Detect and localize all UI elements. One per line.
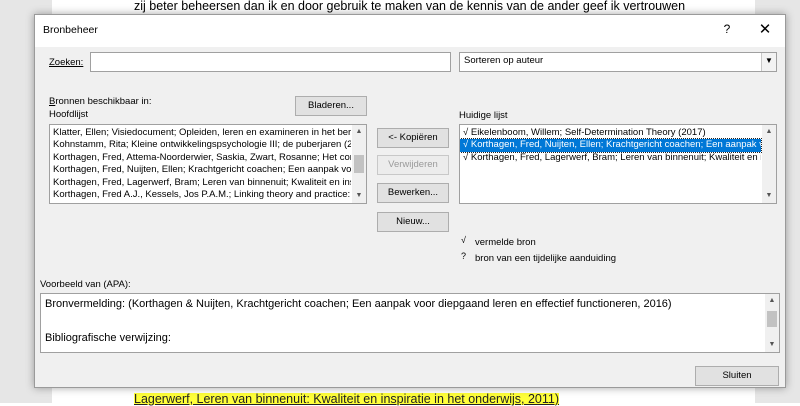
scroll-up-icon[interactable]: ▲ <box>765 294 779 308</box>
current-source-list[interactable]: √ Eikelenboom, Willem; Self-Determinatio… <box>459 124 777 204</box>
current-list-scrollbar[interactable]: ▲ ▼ <box>762 125 776 203</box>
scroll-thumb[interactable] <box>767 311 777 327</box>
sort-value: Sorteren op auteur <box>464 55 544 66</box>
list-item[interactable]: Korthagen, Fred, Lagerwerf, Bram; Leren … <box>50 177 351 189</box>
edit-button[interactable]: Bewerken... <box>377 183 449 203</box>
scroll-down-icon[interactable]: ▼ <box>762 189 776 203</box>
document-text-top: zij beter beheersen dan ik en door gebru… <box>134 0 686 13</box>
scroll-up-icon[interactable]: ▲ <box>352 125 366 139</box>
copy-button[interactable]: <- Kopiëren <box>377 128 449 148</box>
scroll-thumb[interactable] <box>354 155 364 173</box>
list-item[interactable]: √ Korthagen, Fred, Lagerwerf, Bram; Lere… <box>460 152 761 164</box>
document-text-bottom: Lagerwerf, Leren van binnenuit: Kwalitei… <box>134 392 560 406</box>
sort-dropdown[interactable]: Sorteren op auteur ▼ <box>459 52 777 72</box>
preview-box[interactable]: Bronvermelding: (Korthagen & Nuijten, Kr… <box>40 293 780 353</box>
current-list-label: Huidige lijst <box>459 110 508 121</box>
close-button[interactable]: Sluiten <box>695 366 779 386</box>
preview-bibliography: Bibliografische verwijzing: <box>45 332 171 344</box>
master-list-scrollbar[interactable]: ▲ ▼ <box>352 125 366 203</box>
preview-scrollbar[interactable]: ▲ ▼ <box>765 294 779 352</box>
scroll-up-icon[interactable]: ▲ <box>762 125 776 139</box>
chevron-down-icon[interactable]: ▼ <box>761 53 776 71</box>
search-label: Zoeken: <box>49 57 84 68</box>
new-button[interactable]: Nieuw... <box>377 212 449 232</box>
preview-citation: Bronvermelding: (Korthagen & Nuijten, Kr… <box>45 298 672 310</box>
list-item[interactable]: √ Korthagen, Fred, Nuijten, Ellen; Krach… <box>460 138 762 153</box>
preview-label: Voorbeeld van (APA): <box>40 279 131 290</box>
dialog-title: Bronbeheer <box>43 24 98 36</box>
help-icon[interactable]: ? <box>715 22 739 40</box>
master-list-label: Hoofdlijst <box>49 109 89 120</box>
list-item[interactable]: Klatter, Ellen; Visiedocument; Opleiden,… <box>50 127 351 139</box>
delete-button[interactable]: Verwijderen <box>377 155 449 175</box>
scroll-down-icon[interactable]: ▼ <box>765 338 779 352</box>
source-manager-dialog: Bronbeheer ? ✕ Zoeken: Sorteren op auteu… <box>34 14 786 388</box>
list-item[interactable]: Korthagen, Fred, Nuijten, Ellen; Krachtg… <box>50 164 351 176</box>
list-item[interactable]: Korthagen, Fred A.J., Kessels, Jos P.A.M… <box>50 189 351 201</box>
browse-button[interactable]: Bladeren... <box>295 96 367 116</box>
list-item[interactable]: √ Eikelenboom, Willem; Self-Determinatio… <box>460 127 761 139</box>
placeholder-source-label: bron van een tijdelijke aanduiding <box>475 253 617 264</box>
cited-source-icon: √ <box>461 235 466 245</box>
scroll-down-icon[interactable]: ▼ <box>352 189 366 203</box>
placeholder-source-icon: ? <box>461 251 467 261</box>
list-item[interactable]: Kohnstamm, Rita; Kleine ontwikkelingspsy… <box>50 139 351 151</box>
sources-available-label: Bronnen beschikbaar in: <box>49 96 152 107</box>
search-input[interactable] <box>90 52 451 72</box>
close-icon[interactable]: ✕ <box>751 20 779 42</box>
list-item[interactable]: Korthagen, Fred, Attema-Noorderwier, Sas… <box>50 152 351 164</box>
dialog-titlebar: Bronbeheer ? ✕ <box>35 15 785 47</box>
cited-source-label: vermelde bron <box>475 237 536 248</box>
master-source-list[interactable]: Klatter, Ellen; Visiedocument; Opleiden,… <box>49 124 367 204</box>
